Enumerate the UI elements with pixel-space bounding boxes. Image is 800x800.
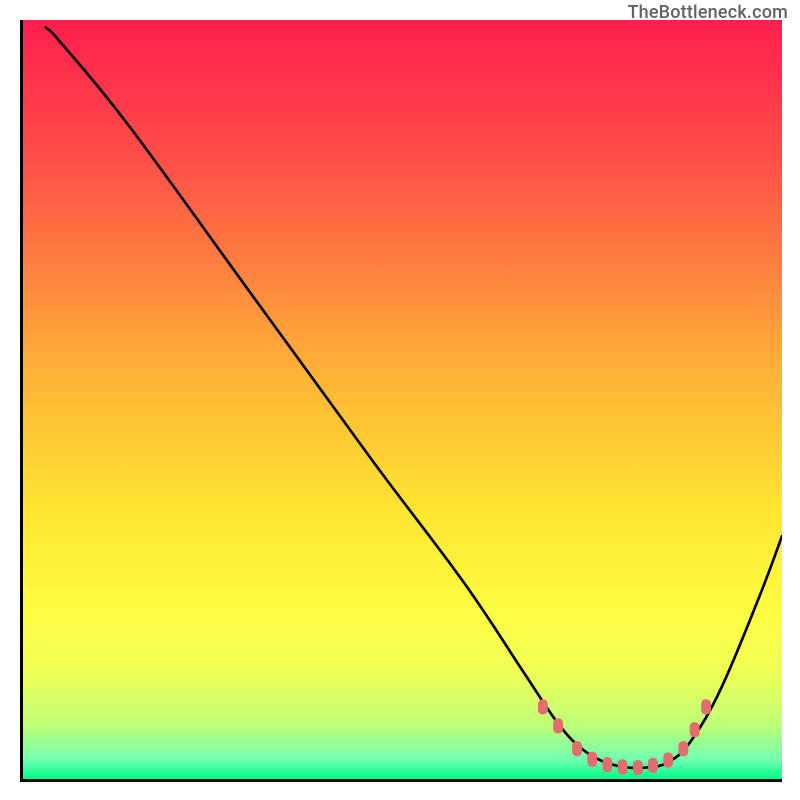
marker-dot — [648, 758, 658, 773]
series-layer — [23, 20, 782, 779]
marker-dot — [618, 759, 628, 774]
marker-dot — [553, 718, 563, 733]
marker-dot — [633, 760, 643, 775]
marker-dot — [663, 752, 673, 767]
bottleneck-curve — [46, 28, 782, 769]
marker-dot — [587, 752, 597, 767]
marker-dot — [538, 699, 548, 714]
marker-dot — [572, 741, 582, 756]
chart-container: TheBottleneck.com — [0, 0, 800, 800]
marker-dot — [678, 741, 688, 756]
marker-group — [538, 699, 711, 775]
marker-dot — [602, 757, 612, 772]
marker-dot — [690, 722, 700, 737]
marker-dot — [701, 699, 711, 714]
plot-area — [20, 20, 782, 782]
